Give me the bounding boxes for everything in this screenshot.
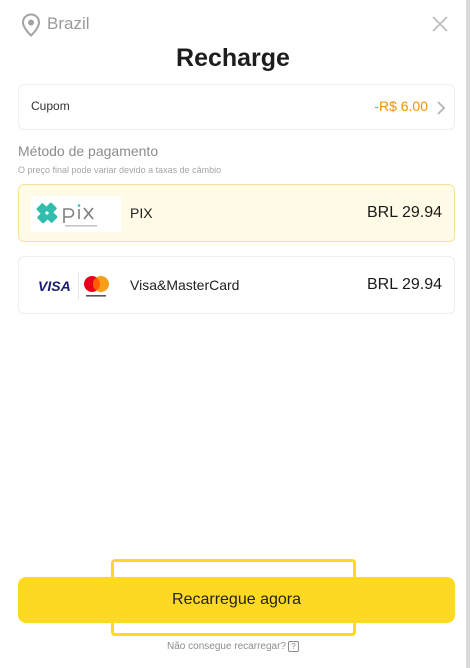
coupon-row[interactable]: Cupom -R$ 6.00 [18,84,455,130]
help-label: Não consegue recarregar? [167,641,286,653]
payment-method-name: PIX [130,205,153,221]
chevron-right-icon [437,101,446,115]
page-title: Recharge [176,44,290,72]
payment-section-title: Método de pagamento [18,143,159,159]
close-icon[interactable] [428,12,452,36]
dialog-header: Brazil [0,0,466,48]
location-pin-icon [21,13,41,37]
svg-text:VISA: VISA [38,278,71,294]
coupon-label: Cupom [31,99,70,113]
recharge-dialog: Brazil Recharge Cupom -R$ 6.00 Método de… [0,0,466,668]
payment-method-pix[interactable]: PIX BRL 29.94 [18,184,455,242]
payment-method-price: BRL 29.94 [366,204,442,221]
payment-method-visa-mastercard[interactable]: VISA Visa&MasterCard BRL 29.94 [18,256,455,314]
recharge-now-button[interactable]: Recarregue agora [18,577,455,623]
visa-mastercard-logo: VISA [37,271,117,301]
payment-method-price: BRL 29.94 [366,276,442,293]
coupon-value: -R$ 6.00 [374,98,428,114]
pix-logo [31,196,121,232]
payment-method-name: Visa&MasterCard [130,277,240,293]
location-label[interactable]: Brazil [47,14,90,34]
help-link[interactable]: Não consegue recarregar?? [0,641,466,652]
exchange-rate-notice: O preço final pode variar devido a taxas… [18,165,222,175]
question-icon: ? [287,641,299,652]
